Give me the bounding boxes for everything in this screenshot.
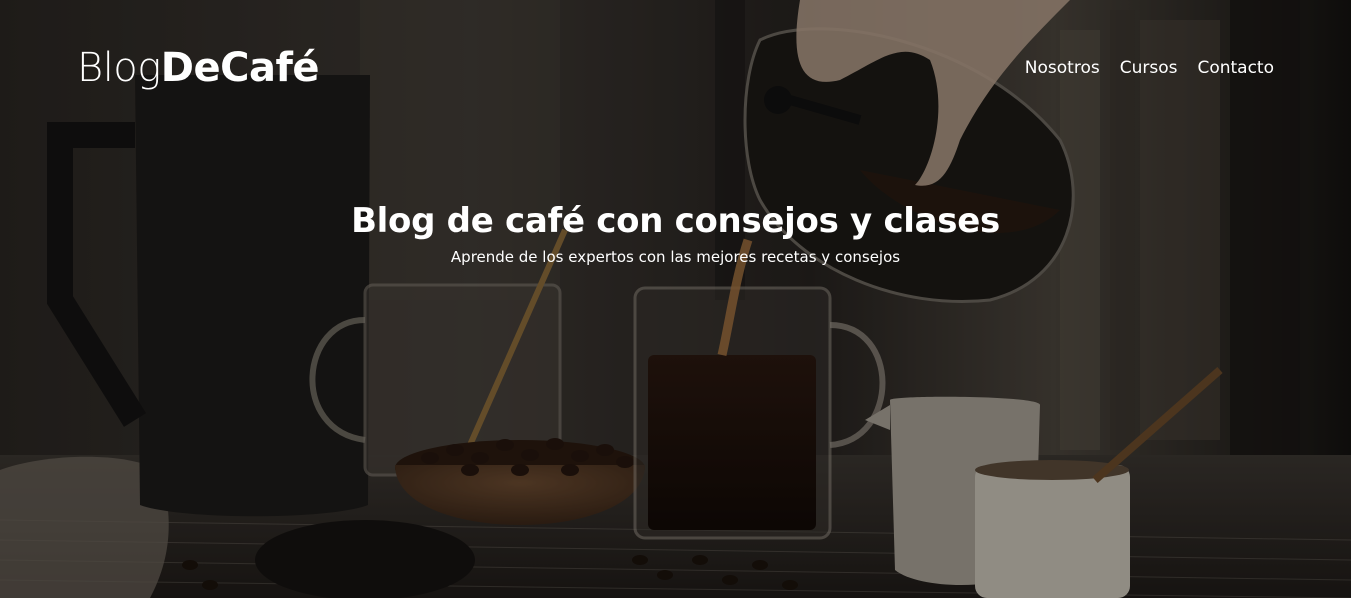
hero-subtitle: Aprende de los expertos con las mejores …	[450, 248, 901, 266]
logo-text-light: Blog	[77, 45, 161, 91]
nav-link-nosotros[interactable]: Nosotros	[1025, 56, 1100, 80]
hero-content: Blog de café con consejos y clases Apren…	[0, 198, 1351, 268]
hero-section: BlogDeCafé Nosotros Cursos Contacto Blog…	[0, 0, 1351, 598]
main-nav: Nosotros Cursos Contacto	[1025, 56, 1274, 80]
nav-link-cursos[interactable]: Cursos	[1120, 56, 1178, 80]
site-header: BlogDeCafé Nosotros Cursos Contacto	[0, 0, 1351, 140]
site-logo[interactable]: BlogDeCafé	[77, 44, 320, 92]
logo-text-bold: DeCafé	[160, 45, 320, 91]
hero-title: Blog de café con consejos y clases	[351, 201, 1000, 241]
nav-link-contacto[interactable]: Contacto	[1197, 56, 1274, 80]
